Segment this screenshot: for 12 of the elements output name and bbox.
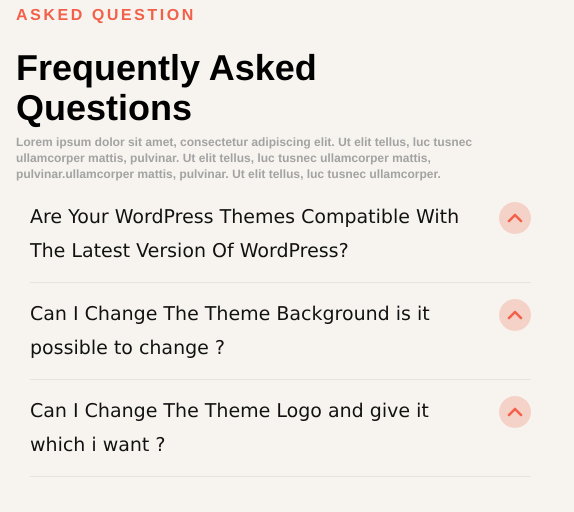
chevron-up-icon	[507, 310, 523, 320]
chevron-up-icon	[507, 213, 523, 223]
toggle-button[interactable]	[499, 202, 531, 234]
toggle-button[interactable]	[499, 299, 531, 331]
faq-question[interactable]: Can I Change The Theme Logo and give it which i want ?	[30, 394, 490, 462]
intro-paragraph: Lorem ipsum dolor sit amet, consectetur adipiscing elit. Ut elit tellus, luc tusnec ullamcorper mattis, pulvinar. Ut elit tellus, luc tusnec ullamcorper mattis, pulvinar.ullamcorper mattis, pulvinar. Ut elit tellus, luc tusnec ullamcorper.	[16, 134, 474, 182]
faq-question[interactable]: Can I Change The Theme Background is it possible to change ?	[30, 297, 490, 365]
chevron-up-icon	[507, 407, 523, 417]
toggle-button[interactable]	[499, 396, 531, 428]
faq-question[interactable]: Are Your WordPress Themes Compatible With The Latest Version Of WordPress?	[30, 200, 490, 268]
page-heading: Frequently Asked Questions	[16, 48, 318, 128]
section-eyebrow: ASKED QUESTION	[16, 6, 196, 26]
